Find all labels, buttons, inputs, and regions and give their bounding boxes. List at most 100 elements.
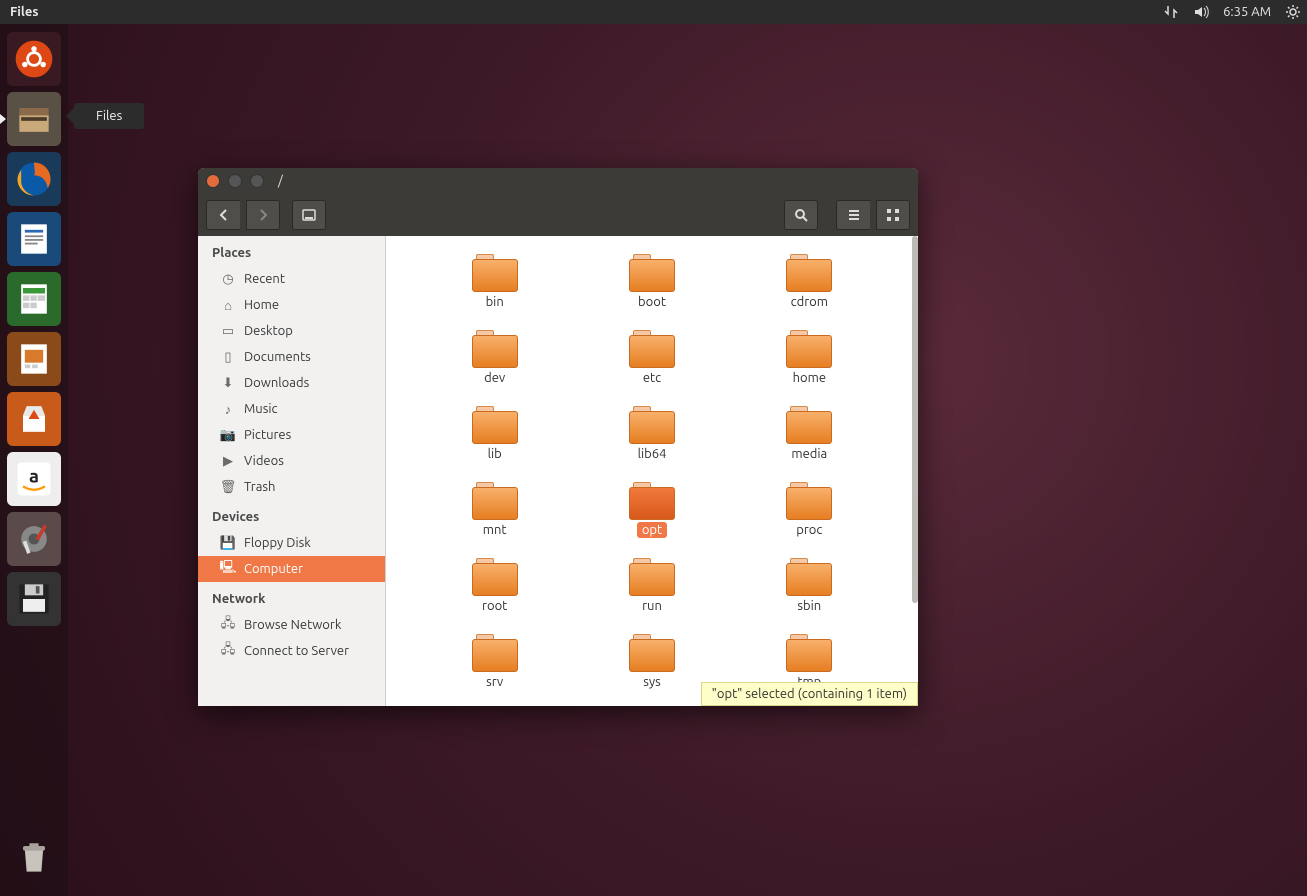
- sidebar-item-label: Browse Network: [244, 618, 341, 632]
- folder-label: dev: [479, 370, 510, 386]
- search-button[interactable]: [784, 200, 818, 230]
- view-list-button[interactable]: [836, 200, 870, 230]
- folder-lib64[interactable]: lib64: [573, 402, 730, 466]
- folder-icon: [629, 634, 675, 672]
- folder-icon: [786, 254, 832, 292]
- system-gear-icon[interactable]: [1285, 4, 1301, 20]
- path-root-button[interactable]: [292, 200, 326, 230]
- folder-home[interactable]: home: [731, 326, 888, 390]
- sidebar-item-floppy-disk[interactable]: 💾 Floppy Disk: [198, 530, 385, 556]
- folder-icon: [472, 254, 518, 292]
- folder-label: cdrom: [786, 294, 833, 310]
- camera-icon: 📷: [220, 427, 236, 443]
- software-center-launcher-icon[interactable]: [7, 392, 61, 446]
- home-icon: ⌂: [220, 297, 236, 313]
- sidebar-item-pictures[interactable]: 📷 Pictures: [198, 422, 385, 448]
- folder-label: bin: [481, 294, 509, 310]
- impress-launcher-icon[interactable]: [7, 332, 61, 386]
- nav-forward-button[interactable]: [246, 200, 280, 230]
- nav-back-button[interactable]: [206, 200, 240, 230]
- folder-media[interactable]: media: [731, 402, 888, 466]
- window-maximize-button[interactable]: [250, 174, 264, 188]
- sidebar-heading: Network: [198, 582, 385, 612]
- folder-label: run: [637, 598, 667, 614]
- sidebar-item-videos[interactable]: ▶Videos: [198, 448, 385, 474]
- folder-mnt[interactable]: mnt: [416, 478, 573, 542]
- folder-label: media: [786, 446, 832, 462]
- sidebar-item-music[interactable]: ♪Music: [198, 396, 385, 422]
- firefox-launcher-icon[interactable]: [7, 152, 61, 206]
- folder-icon: [786, 482, 832, 520]
- sidebar-item-label: Floppy Disk: [244, 536, 311, 550]
- svg-text:a: a: [29, 467, 39, 487]
- window-minimize-button[interactable]: [228, 174, 242, 188]
- sidebar-item-label: Downloads: [244, 376, 309, 390]
- floppy-launcher-icon[interactable]: [7, 572, 61, 626]
- folder-run[interactable]: run: [573, 554, 730, 618]
- folder-cdrom[interactable]: cdrom: [731, 250, 888, 314]
- sidebar-item-downloads[interactable]: ⬇ Downloads: [198, 370, 385, 396]
- sidebar-item-trash[interactable]: 🗑Trash: [198, 474, 385, 500]
- folder-lib[interactable]: lib: [416, 402, 573, 466]
- clock-icon: ◷: [220, 271, 236, 287]
- selection-status-bar: "opt" selected (containing 1 item): [701, 682, 918, 706]
- window-title: /: [278, 174, 283, 188]
- trash-launcher-icon[interactable]: [7, 830, 61, 884]
- calc-launcher-icon[interactable]: [7, 272, 61, 326]
- sidebar-item-browse-network[interactable]: 🖧Browse Network: [198, 612, 385, 638]
- folder-dev[interactable]: dev: [416, 326, 573, 390]
- trash-icon: 🗑: [220, 479, 236, 495]
- folder-proc[interactable]: proc: [731, 478, 888, 542]
- folder-label: opt: [637, 522, 667, 538]
- folder-icon: [786, 330, 832, 368]
- folder-etc[interactable]: etc: [573, 326, 730, 390]
- sidebar-item-desktop[interactable]: ▭Desktop: [198, 318, 385, 344]
- files-window: / Places◷Recent⌂Home▭Desktop▯Documents⬇D…: [198, 168, 918, 706]
- sidebar-item-home[interactable]: ⌂Home: [198, 292, 385, 318]
- view-grid-button[interactable]: [876, 200, 910, 230]
- folder-icon: [629, 330, 675, 368]
- files-launcher-icon[interactable]: [7, 92, 61, 146]
- dash-button[interactable]: [7, 32, 61, 86]
- folder-label: root: [477, 598, 512, 614]
- sidebar-item-label: Recent: [244, 272, 285, 286]
- network-indicator-icon[interactable]: [1163, 4, 1179, 20]
- top-menu-bar: Files 6:35 AM: [0, 0, 1307, 24]
- folder-icon: [472, 406, 518, 444]
- download-icon: ⬇: [220, 375, 236, 391]
- amazon-launcher-icon[interactable]: a: [7, 452, 61, 506]
- sidebar-item-connect-to-server[interactable]: 🖧 Connect to Server: [198, 638, 385, 664]
- folder-label: home: [788, 370, 831, 386]
- sidebar-item-label: Connect to Server: [244, 644, 349, 658]
- server-icon: 🖧: [220, 643, 236, 659]
- folder-icon: [786, 406, 832, 444]
- volume-indicator-icon[interactable]: [1193, 4, 1209, 20]
- folder-bin[interactable]: bin: [416, 250, 573, 314]
- folder-sbin[interactable]: sbin: [731, 554, 888, 618]
- floppy-icon: 💾: [220, 535, 236, 551]
- folder-icon: [472, 482, 518, 520]
- sidebar-item-documents[interactable]: ▯Documents: [198, 344, 385, 370]
- folder-icon: [472, 330, 518, 368]
- window-toolbar: [198, 194, 918, 236]
- settings-launcher-icon[interactable]: [7, 512, 61, 566]
- writer-launcher-icon[interactable]: [7, 212, 61, 266]
- sidebar-item-computer[interactable]: 🖳Computer: [198, 556, 385, 582]
- clock-label[interactable]: 6:35 AM: [1223, 5, 1271, 19]
- launcher-tooltip: Files: [74, 103, 144, 129]
- window-titlebar[interactable]: /: [198, 168, 918, 194]
- content-scrollbar[interactable]: [912, 236, 918, 706]
- folder-label: sbin: [792, 598, 826, 614]
- folder-srv[interactable]: srv: [416, 630, 573, 694]
- folder-icon: [629, 254, 675, 292]
- folder-root[interactable]: root: [416, 554, 573, 618]
- document-icon: ▯: [220, 349, 236, 365]
- folder-opt[interactable]: opt: [573, 478, 730, 542]
- sidebar-item-label: Computer: [244, 562, 303, 576]
- sidebar-item-label: Pictures: [244, 428, 291, 442]
- window-close-button[interactable]: [206, 174, 220, 188]
- folder-icon: [629, 406, 675, 444]
- sidebar-item-recent[interactable]: ◷ Recent: [198, 266, 385, 292]
- folder-content-area[interactable]: bin boot cdrom dev etc home liblib64 media mnt op…: [386, 236, 918, 706]
- folder-boot[interactable]: boot: [573, 250, 730, 314]
